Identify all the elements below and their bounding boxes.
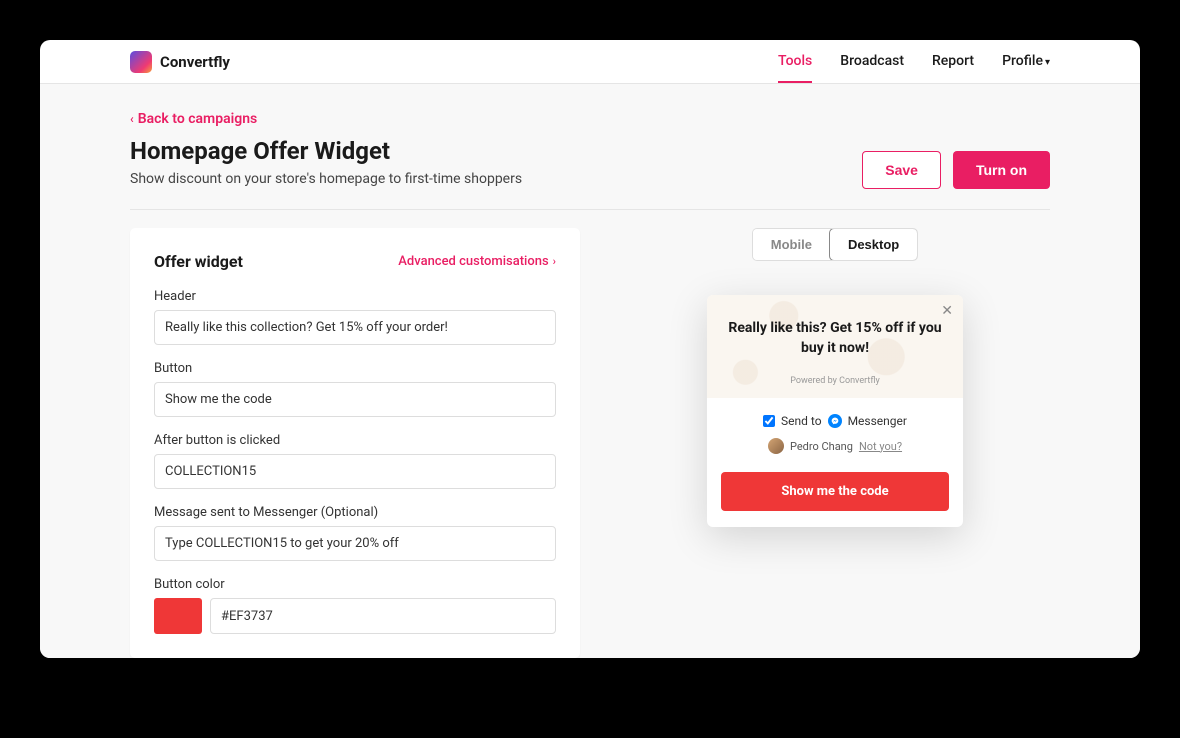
advanced-customisations-link[interactable]: Advanced customisations › — [398, 254, 556, 269]
field-after: After button is clicked — [154, 433, 556, 489]
button-label: Button — [154, 361, 556, 376]
preview-card: ✕ Really like this? Get 15% off if you b… — [707, 295, 963, 527]
preview-cta-button[interactable]: Show me the code — [721, 472, 949, 511]
color-label: Button color — [154, 577, 556, 592]
page-title-block: Homepage Offer Widget Show discount on y… — [130, 133, 522, 187]
header-actions: Save Turn on — [862, 151, 1050, 189]
chevron-right-icon: › — [553, 255, 556, 268]
topbar: Convertfly Tools Broadcast Report Profil… — [40, 40, 1140, 84]
page-subtitle: Show discount on your store's homepage t… — [130, 171, 522, 187]
card-title: Offer widget — [154, 252, 243, 271]
brand[interactable]: Convertfly — [130, 51, 230, 73]
message-label: Message sent to Messenger (Optional) — [154, 505, 556, 520]
message-input[interactable] — [154, 526, 556, 561]
color-swatch[interactable] — [154, 598, 202, 634]
settings-column: Offer widget Advanced customisations › H… — [130, 228, 580, 658]
brand-name: Convertfly — [160, 53, 230, 71]
card-header: Offer widget Advanced customisations › — [154, 252, 556, 271]
advanced-label: Advanced customisations — [398, 254, 548, 269]
content-row: Offer widget Advanced customisations › H… — [130, 228, 1050, 658]
main-nav: Tools Broadcast Report Profile▾ — [778, 41, 1050, 83]
nav-profile-label: Profile — [1002, 53, 1043, 69]
sendto-prefix: Send to — [781, 414, 822, 428]
back-link[interactable]: ‹ Back to campaigns — [130, 111, 257, 127]
field-message: Message sent to Messenger (Optional) — [154, 505, 556, 561]
brand-logo-icon — [130, 51, 152, 73]
turn-on-button[interactable]: Turn on — [953, 151, 1050, 189]
preview-column: Mobile Desktop ✕ Really like this? Get 1… — [620, 228, 1050, 658]
device-toggle: Mobile Desktop — [752, 228, 918, 261]
header-label: Header — [154, 289, 556, 304]
device-desktop-button[interactable]: Desktop — [829, 228, 918, 261]
page-body: ‹ Back to campaigns Homepage Offer Widge… — [40, 84, 1140, 658]
user-name: Pedro Chang — [790, 440, 853, 453]
preview-header: ✕ Really like this? Get 15% off if you b… — [707, 295, 963, 398]
sendto-checkbox[interactable] — [763, 415, 775, 427]
color-row — [154, 598, 556, 634]
messenger-icon — [828, 414, 842, 428]
powered-by: Powered by Convertfly — [727, 376, 943, 386]
nav-broadcast[interactable]: Broadcast — [840, 41, 904, 83]
sendto-app: Messenger — [848, 414, 907, 428]
offer-widget-card: Offer widget Advanced customisations › H… — [130, 228, 580, 658]
page-title: Homepage Offer Widget — [130, 137, 522, 165]
nav-profile[interactable]: Profile▾ — [1002, 41, 1050, 83]
after-input[interactable] — [154, 454, 556, 489]
avatar — [768, 438, 784, 454]
header-input[interactable] — [154, 310, 556, 345]
device-mobile-button[interactable]: Mobile — [753, 229, 830, 260]
nav-report[interactable]: Report — [932, 41, 974, 83]
user-row: Pedro Chang Not you? — [721, 438, 949, 454]
chevron-left-icon: ‹ — [130, 112, 134, 126]
field-header: Header — [154, 289, 556, 345]
save-button[interactable]: Save — [862, 151, 941, 189]
field-button: Button — [154, 361, 556, 417]
after-label: After button is clicked — [154, 433, 556, 448]
close-icon[interactable]: ✕ — [941, 303, 953, 319]
send-to-row: Send to Messenger — [721, 414, 949, 428]
app-window: Convertfly Tools Broadcast Report Profil… — [40, 40, 1140, 658]
preview-body: Send to Messenger Pedro Chang Not you? S… — [707, 398, 963, 527]
nav-tools[interactable]: Tools — [778, 41, 812, 83]
color-input[interactable] — [210, 598, 556, 634]
page-header: Homepage Offer Widget Show discount on y… — [130, 133, 1050, 210]
not-you-link[interactable]: Not you? — [859, 440, 902, 453]
button-input[interactable] — [154, 382, 556, 417]
preview-title: Really like this? Get 15% off if you buy… — [727, 319, 943, 358]
field-color: Button color — [154, 577, 556, 634]
chevron-down-icon: ▾ — [1045, 57, 1050, 68]
back-link-label: Back to campaigns — [138, 111, 258, 127]
